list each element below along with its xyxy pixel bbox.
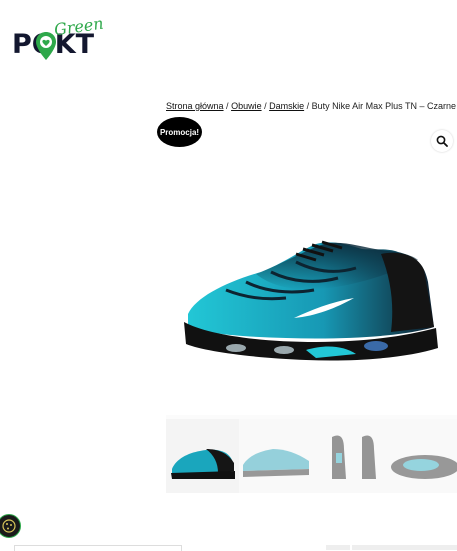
product-main-image[interactable] [166, 122, 457, 415]
breadcrumb-separator: / [223, 101, 232, 111]
thumbnail-strip [166, 419, 457, 493]
thumbnail-2[interactable] [239, 419, 312, 493]
breadcrumb-current: Buty Nike Air Max Plus TN – Czarne Li [311, 101, 457, 111]
partial-input[interactable] [14, 545, 182, 551]
site-logo[interactable]: POKT Green [12, 13, 112, 64]
breadcrumb-category-link[interactable]: Obuwie [231, 101, 262, 111]
thumbnail-1[interactable] [166, 419, 239, 493]
thumbnail-3[interactable] [312, 419, 385, 493]
breadcrumb: Strona główna / Obuwie / Damskie / Buty … [166, 99, 457, 113]
search-icon [436, 135, 448, 147]
sale-badge: Promocja! [157, 117, 202, 147]
partial-tab [352, 545, 457, 550]
thumbnail-4[interactable] [385, 419, 457, 493]
cookie-settings-button[interactable] [0, 514, 21, 538]
partial-tab [326, 545, 350, 550]
breadcrumb-separator: / [261, 101, 270, 111]
zoom-button[interactable] [431, 130, 453, 152]
logo-script: Green [52, 13, 105, 40]
breadcrumb-separator: / [304, 101, 312, 111]
bottom-partial-content [0, 545, 457, 551]
breadcrumb-subcategory-link[interactable]: Damskie [269, 101, 304, 111]
sneaker-image [184, 240, 438, 361]
breadcrumb-home-link[interactable]: Strona główna [166, 101, 224, 111]
cookie-icon [2, 519, 16, 533]
